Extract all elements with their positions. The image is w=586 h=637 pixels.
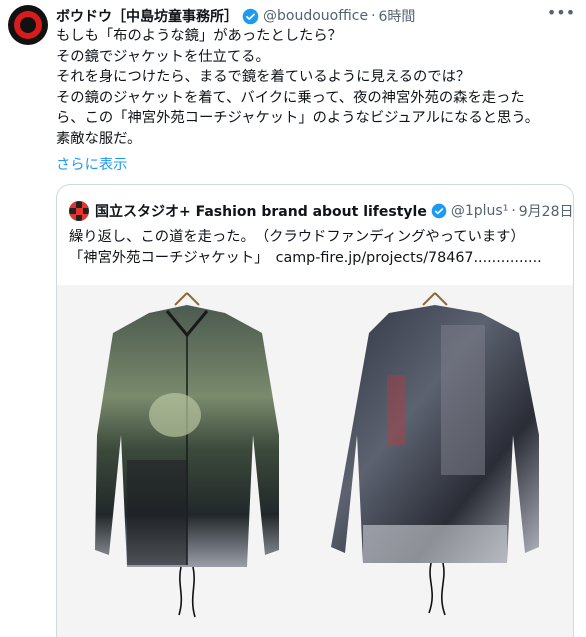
quoted-text-line: 「神宮外苑コーチジャケット」 camp-fire.jp/projects/784… <box>69 249 542 266</box>
tweet-header: ボウドウ［中島坊童事務所］ @boudouoffice · 6時間 <box>56 6 415 26</box>
back-jacket-photo <box>331 292 539 616</box>
tweet-text-line: ら、この「神宮外苑コーチジャケット」のようなビジュアルになると思う。 <box>56 110 540 126</box>
author-handle[interactable]: @boudouoffice <box>263 8 368 24</box>
tweet-text-line: その鏡のジャケットを着て、バイクに乗って、夜の神宮外苑の森を走った <box>56 89 525 106</box>
quoted-author-name[interactable]: 国立スタジオ+ Fashion brand about lifestyle <box>95 201 427 221</box>
author-avatar[interactable] <box>8 5 48 45</box>
quoted-tweet-text: 繰り返し、この道を走った。 （クラウドファンディングやっています） 「神宮外苑コ… <box>69 227 569 268</box>
tweet-text: もしも「布のような鏡」があったとしたら？ その鏡でジャケットを仕立てる。 それを… <box>56 26 578 149</box>
header-separator: · <box>371 8 376 24</box>
quoted-tweet-card[interactable]: 国立スタジオ+ Fashion brand about lifestyle @1… <box>56 184 574 637</box>
tweet-text-line: もしも「布のような鏡」があったとしたら？ <box>56 28 342 44</box>
author-name[interactable]: ボウドウ［中島坊童事務所］ <box>56 6 238 26</box>
avatar-logo-center <box>20 17 36 33</box>
more-options-button[interactable]: ••• <box>546 4 576 26</box>
show-more-link[interactable]: さらに表示 <box>56 153 127 174</box>
verified-badge-icon <box>431 203 447 219</box>
quoted-header-separator: · <box>511 203 516 219</box>
tweet-text-line: それを身につけたら、まるで鏡を着ているように見えるのでは？ <box>56 69 471 85</box>
quoted-media[interactable] <box>57 285 573 637</box>
tweet-text-line: その鏡でジャケットを仕立てる。 <box>56 48 270 65</box>
tweet-text-line: 素敵な服だ。 <box>56 130 142 147</box>
quoted-timestamp[interactable]: 9月28日 <box>519 201 573 221</box>
quoted-text-line: 繰り返し、この道を走った。 （クラウドファンディングやっています） <box>69 229 525 245</box>
more-dots-icon: ••• <box>546 3 576 22</box>
tweet-timestamp[interactable]: 6時間 <box>379 6 416 26</box>
tweet[interactable]: ボウドウ［中島坊童事務所］ @boudouoffice · 6時間 ••• もし… <box>0 0 586 637</box>
media-svg <box>95 292 539 618</box>
quoted-tweet-header: 国立スタジオ+ Fashion brand about lifestyle @1… <box>69 201 573 221</box>
front-jacket-photo <box>95 292 279 618</box>
quoted-author-handle[interactable]: @1plus¹ <box>451 203 508 219</box>
verified-badge-icon <box>242 8 259 24</box>
quoted-author-avatar[interactable] <box>69 201 89 221</box>
